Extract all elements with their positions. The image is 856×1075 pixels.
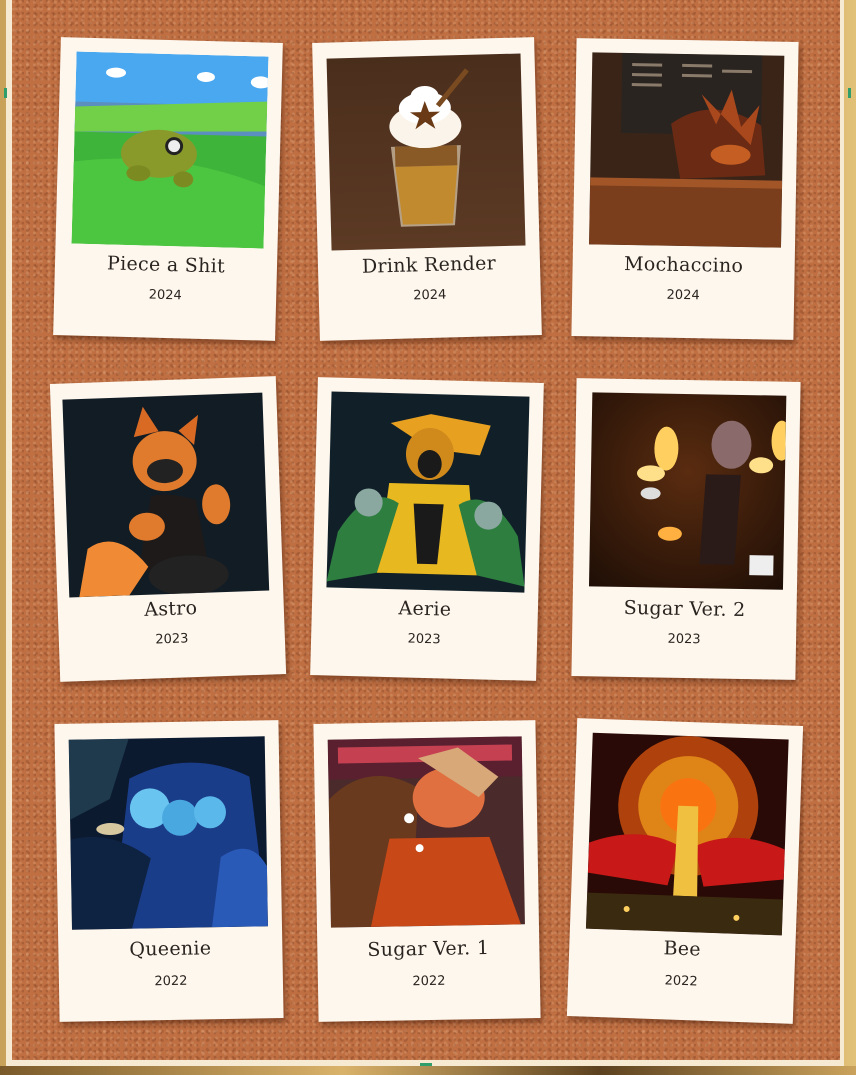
polaroid-queenie[interactable]: Queenie 2022: [54, 720, 284, 1022]
polaroid-mochaccino[interactable]: Mochaccino 2024: [571, 38, 799, 340]
polaroid-sugar-ver-2[interactable]: Sugar Ver. 2 2023: [571, 378, 801, 680]
photo-bee: [585, 732, 789, 936]
polaroid-bee[interactable]: Bee 2022: [566, 718, 804, 1024]
polaroid-title: Mochaccino: [623, 252, 744, 278]
polaroid-year: 2022: [154, 973, 188, 990]
polaroid-title: Sugar Ver. 1: [367, 936, 490, 962]
polaroid-astro[interactable]: Astro 2023: [49, 376, 287, 682]
photo-drink-render: [326, 53, 526, 251]
polaroid-aerie[interactable]: Aerie 2023: [310, 377, 544, 681]
frame-bottom-edge: [0, 1066, 856, 1075]
polaroid-title: Sugar Ver. 2: [623, 596, 746, 622]
left-marker: [4, 88, 7, 98]
polaroid-title: Queenie: [129, 937, 212, 961]
polaroid-year: 2022: [412, 973, 446, 990]
photo-sugar-ver-1: [327, 736, 525, 928]
polaroid-year: 2024: [148, 287, 182, 304]
photo-queenie: [68, 736, 268, 930]
polaroid-sugar-ver-1[interactable]: Sugar Ver. 1 2022: [313, 720, 541, 1022]
polaroid-year: 2023: [667, 631, 701, 648]
polaroid-year: 2024: [666, 287, 700, 304]
polaroid-year: 2022: [664, 973, 698, 990]
polaroid-title: Astro: [143, 597, 198, 621]
polaroid-title: Aerie: [398, 597, 452, 621]
polaroid-year: 2024: [413, 287, 447, 304]
polaroid-title: Bee: [663, 937, 702, 961]
photo-mochaccino: [589, 52, 785, 248]
photo-sugar-ver-2: [588, 392, 787, 590]
bottom-marker: [420, 1063, 432, 1066]
right-marker: [848, 88, 851, 98]
polaroid-year: 2023: [407, 631, 441, 648]
photo-aerie: [326, 391, 530, 593]
polaroid-piece-a-shit[interactable]: Piece a Shit 2024: [53, 37, 283, 341]
photo-piece-a-shit: [71, 51, 269, 249]
polaroid-drink-render[interactable]: Drink Render 2024: [312, 37, 542, 341]
polaroid-title: Drink Render: [361, 252, 497, 278]
photo-astro: [62, 392, 270, 598]
polaroid-year: 2023: [155, 631, 189, 648]
polaroid-title: Piece a Shit: [106, 252, 226, 278]
